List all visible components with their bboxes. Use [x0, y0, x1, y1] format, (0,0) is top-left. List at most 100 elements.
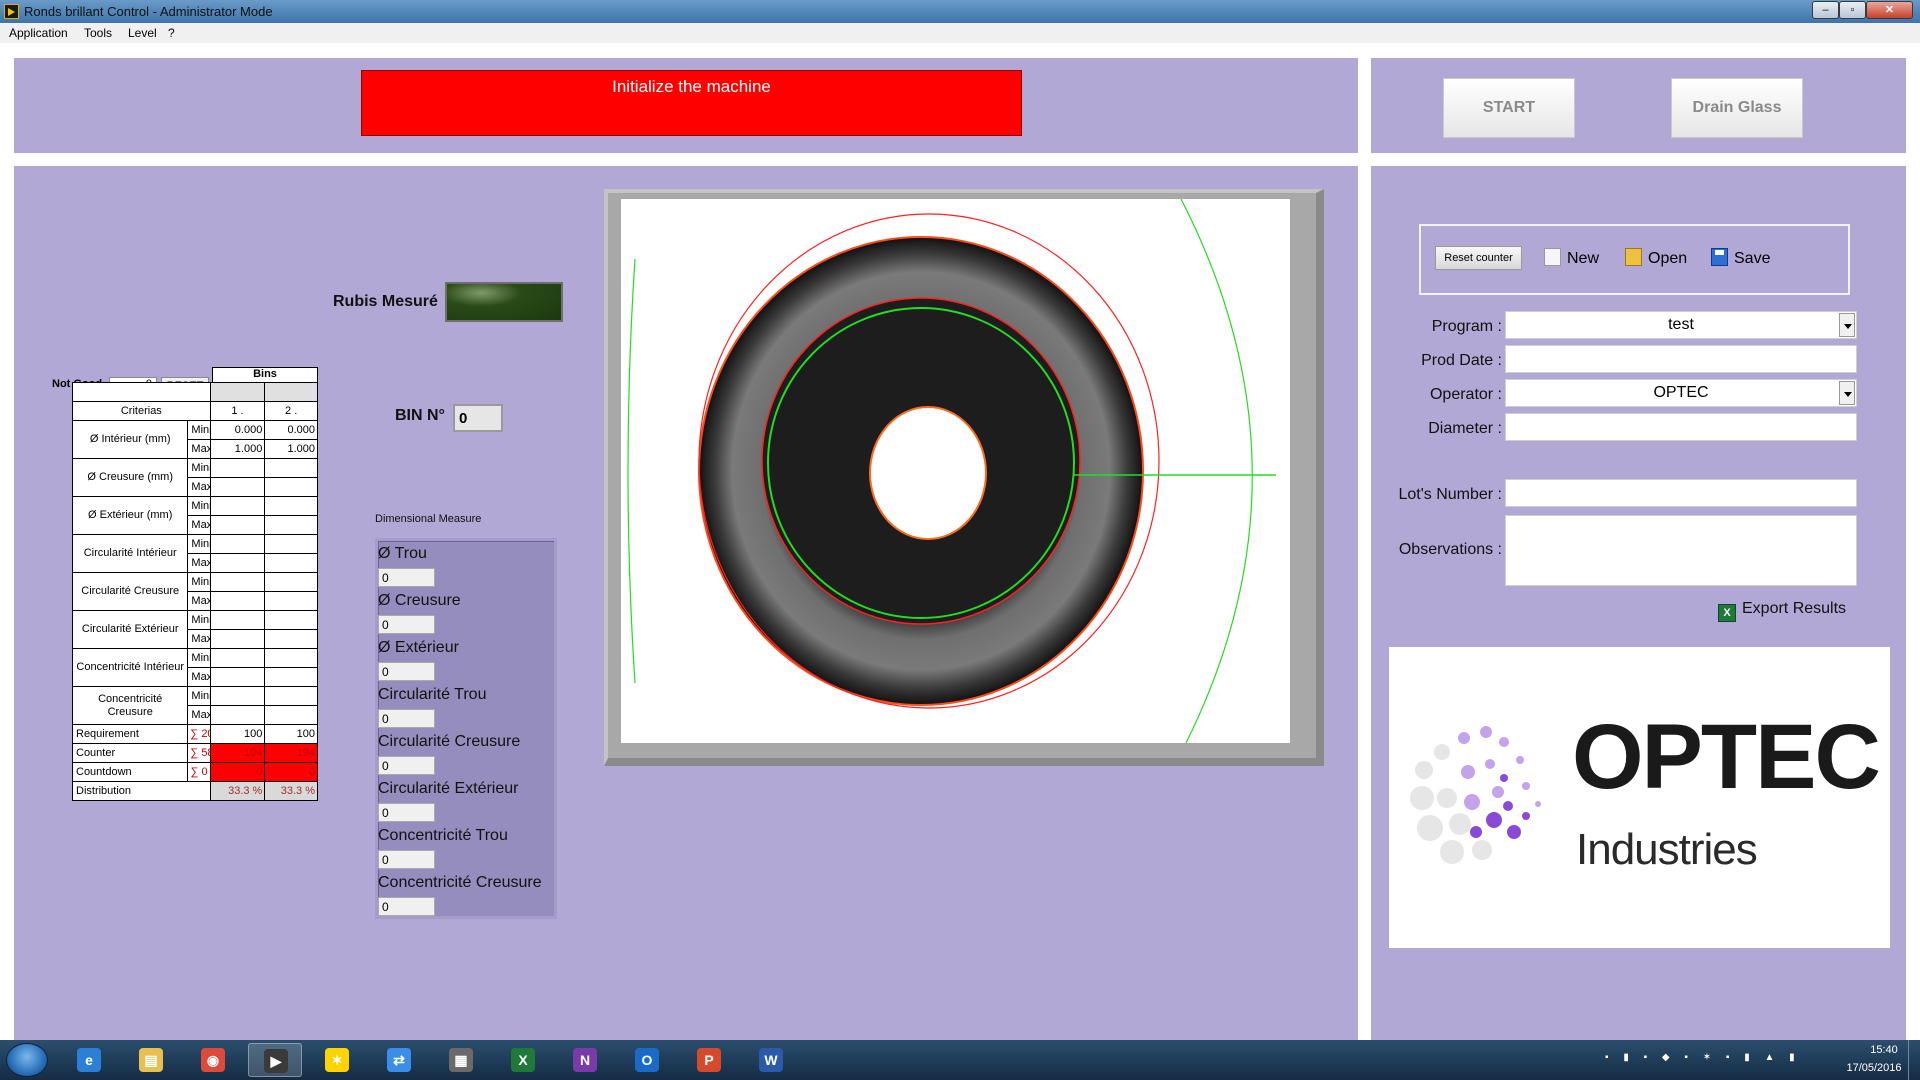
clock-date[interactable]: 17/05/2016: [1834, 1062, 1914, 1074]
chevron-down-icon[interactable]: [1839, 313, 1855, 337]
labview-icon[interactable]: ▶: [248, 1043, 302, 1077]
criteria-table: Criterias 1 . 2 . Ø Intérieur (mm) Mini 0.…: [71, 382, 318, 801]
maxi-label: Maxi: [187, 705, 211, 725]
save-button[interactable]: Save: [1711, 248, 1770, 268]
open-button[interactable]: Open: [1625, 248, 1687, 268]
bin-2-maxi[interactable]: [264, 553, 318, 573]
bin-1-mini[interactable]: [209, 534, 266, 554]
operator-select[interactable]: OPTEC: [1505, 379, 1857, 407]
tray-icons[interactable]: ▪ ▮ ▪ ◆ ▪ ✶ ▪ ▮ ▲ ▮: [1605, 1052, 1801, 1063]
operator-value: OPTEC: [1653, 384, 1709, 401]
minimize-button[interactable]: –: [1812, 1, 1839, 19]
bin-1-mini[interactable]: [209, 496, 266, 516]
maxi-label: Maxi: [187, 591, 211, 611]
lot-number-input[interactable]: [1505, 479, 1857, 507]
start-button[interactable]: START: [1443, 78, 1575, 138]
optec-logo-dots: [1410, 726, 1541, 864]
thunderbird-icon[interactable]: ⇄: [372, 1043, 426, 1077]
bin-2-mini[interactable]: [264, 496, 318, 516]
bins-header: Bins: [212, 367, 318, 383]
requirement-bin-2[interactable]: 100: [264, 724, 318, 744]
bin-1-maxi[interactable]: [209, 629, 266, 649]
bin-1-mini[interactable]: [209, 648, 266, 668]
optec-logo-subtitle: Industries: [1576, 825, 1758, 874]
outlook-icon[interactable]: O: [620, 1043, 674, 1077]
program-select[interactable]: test: [1505, 311, 1857, 339]
save-label: Save: [1734, 250, 1771, 267]
bin-2-maxi[interactable]: [264, 629, 318, 649]
bin-2-maxi[interactable]: 1.000: [264, 439, 318, 459]
bin-1-maxi[interactable]: [209, 705, 266, 725]
export-results-button[interactable]: X Export Results: [1718, 600, 1846, 622]
word-icon[interactable]: W: [744, 1043, 798, 1077]
dimensional-label: Circularité Trou: [378, 686, 487, 703]
windows-start-icon[interactable]: [6, 1043, 48, 1077]
bin-2-maxi[interactable]: [264, 591, 318, 611]
dimensional-value: 0: [378, 897, 435, 916]
drain-glass-button[interactable]: Drain Glass: [1671, 78, 1803, 138]
show-desktop-button[interactable]: [1908, 1040, 1920, 1080]
bin-1-mini[interactable]: [209, 610, 266, 630]
bin-2-mini[interactable]: [264, 572, 318, 592]
counter-total: 582: [201, 747, 209, 759]
bin-2-mini[interactable]: [264, 458, 318, 478]
powerpoint-icon[interactable]: P: [682, 1043, 736, 1077]
bin-1-mini[interactable]: [209, 572, 266, 592]
maxi-label: Maxi: [187, 515, 211, 535]
diameter-input[interactable]: [1505, 413, 1857, 441]
bin-2-maxi[interactable]: [264, 477, 318, 497]
counter-bin-1: 194: [209, 743, 266, 763]
outer-arc-left: [627, 258, 636, 684]
clock-time[interactable]: 15:40: [1854, 1044, 1914, 1056]
maximize-button[interactable]: ▫: [1839, 1, 1866, 19]
bin-1-maxi[interactable]: [209, 477, 266, 497]
word-icon-glyph: W: [759, 1048, 783, 1072]
bin-2-mini[interactable]: [264, 534, 318, 554]
bin-1-maxi[interactable]: [209, 515, 266, 535]
onenote-icon-glyph: N: [573, 1048, 597, 1072]
bin-1-maxi[interactable]: [209, 667, 266, 687]
file-explorer-icon[interactable]: ▤: [124, 1043, 178, 1077]
bin-1-maxi[interactable]: [209, 591, 266, 611]
bin-number-label: BIN N°: [395, 407, 445, 424]
bin-2-mini[interactable]: 0.000: [264, 420, 318, 440]
bin-2-maxi[interactable]: [264, 705, 318, 725]
bin-1-maxi[interactable]: [209, 553, 266, 573]
bin-2-maxi[interactable]: [264, 515, 318, 535]
criteria-name: Ø Intérieur (mm): [71, 420, 189, 459]
chrome-icon[interactable]: ◉: [186, 1043, 240, 1077]
prod-date-input[interactable]: [1505, 345, 1857, 373]
onenote-icon[interactable]: N: [558, 1043, 612, 1077]
bin-1-maxi[interactable]: 1.000: [209, 439, 266, 459]
bin-number-value: 0: [453, 404, 503, 432]
criterias-header: Criterias: [72, 401, 211, 421]
teamviewer-icon[interactable]: ✶: [310, 1043, 364, 1077]
system-tray: ▪ ▮ ▪ ◆ ▪ ✶ ▪ ▮ ▲ ▮: [1605, 1052, 1801, 1063]
excel-icon[interactable]: X: [496, 1043, 550, 1077]
bin-1-mini[interactable]: [209, 686, 266, 706]
bin-2-maxi[interactable]: [264, 667, 318, 687]
requirement-bin-1[interactable]: 100: [209, 724, 266, 744]
menu-level[interactable]: Level: [128, 26, 157, 40]
menu-help[interactable]: ?: [168, 26, 175, 40]
dimensional-value: 0: [378, 850, 435, 869]
bin-2-mini[interactable]: [264, 648, 318, 668]
reset-counter-button[interactable]: Reset counter: [1435, 246, 1522, 270]
menu-tools[interactable]: Tools: [84, 26, 112, 40]
menu-application[interactable]: Application: [9, 26, 68, 40]
internet-explorer-icon[interactable]: e: [62, 1043, 116, 1077]
observations-input[interactable]: [1505, 515, 1857, 586]
bin-2-mini[interactable]: [264, 686, 318, 706]
file-explorer-icon-glyph: ▤: [139, 1048, 163, 1072]
bin-2-mini[interactable]: [264, 610, 318, 630]
new-button[interactable]: New: [1544, 248, 1599, 268]
dimensional-value: 0: [378, 662, 435, 681]
chevron-down-icon[interactable]: [1839, 381, 1855, 405]
bin-1-header: 1 .: [209, 401, 266, 421]
mini-label: Mini: [187, 648, 211, 668]
maxi-label: Maxi: [187, 439, 211, 459]
bin-1-mini[interactable]: [209, 458, 266, 478]
bin-1-mini[interactable]: 0.000: [209, 420, 266, 440]
calculator-icon[interactable]: ▦: [434, 1043, 488, 1077]
close-button[interactable]: ✕: [1866, 1, 1913, 19]
